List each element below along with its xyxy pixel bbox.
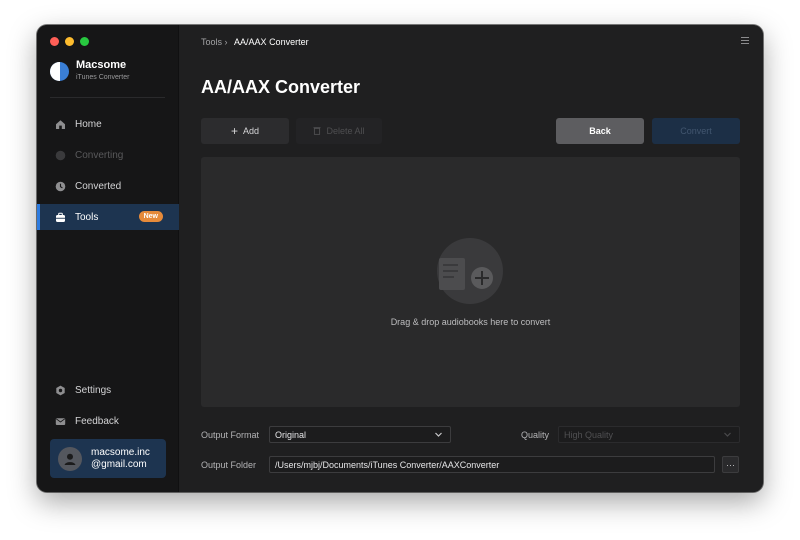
quality-select[interactable]: High Quality: [558, 426, 740, 443]
gear-icon: [55, 385, 66, 396]
home-icon: [55, 119, 66, 130]
avatar: [58, 446, 82, 471]
app-window: Macsome iTunes Converter Home Converting…: [37, 25, 763, 492]
output-format-value: Original: [275, 429, 307, 440]
trash-icon: [313, 126, 321, 137]
macsome-logo-icon: [50, 61, 69, 81]
back-button[interactable]: Back: [556, 118, 644, 144]
sidebar: Macsome iTunes Converter Home Converting…: [37, 25, 179, 492]
drop-zone[interactable]: Drag & drop audiobooks here to convert: [201, 157, 740, 407]
clock-icon: [55, 181, 66, 192]
sidebar-item-converting[interactable]: Converting: [37, 142, 179, 168]
breadcrumb: Tools › AA/AAX Converter: [201, 37, 309, 47]
add-button[interactable]: + Add: [201, 118, 289, 144]
delete-all-label: Delete All: [326, 126, 365, 136]
new-badge: New: [138, 211, 163, 222]
output-format-select[interactable]: Original: [269, 426, 451, 443]
sidebar-item-feedback[interactable]: Feedback: [37, 408, 179, 434]
mail-icon: [55, 416, 66, 427]
output-folder-label: Output Folder: [201, 460, 257, 470]
browse-folder-button[interactable]: ···: [722, 456, 739, 473]
user-account-card[interactable]: macsome.inc @gmail.com: [50, 439, 166, 478]
sidebar-item-label: Tools: [75, 211, 99, 223]
brand-subtitle: iTunes Converter: [76, 74, 130, 81]
user-email: macsome.inc @gmail.com: [91, 447, 150, 471]
sidebar-item-label: Converted: [75, 180, 122, 192]
breadcrumb-tools[interactable]: Tools: [201, 37, 222, 47]
user-email-line2: @gmail.com: [91, 458, 147, 470]
sidebar-item-label: Settings: [75, 384, 112, 396]
minimize-window-button[interactable]: [65, 37, 74, 46]
output-folder-field[interactable]: /Users/mjbj/Documents/iTunes Converter/A…: [269, 456, 715, 473]
sidebar-item-tools[interactable]: Tools New: [37, 204, 179, 230]
window-controls: [50, 37, 89, 46]
output-format-label: Output Format: [201, 430, 260, 440]
quality-label: Quality: [521, 430, 550, 440]
brand: Macsome iTunes Converter: [50, 59, 129, 83]
sidebar-item-label: Converting: [75, 149, 124, 161]
output-folder-path: /Users/mjbj/Documents/iTunes Converter/A…: [275, 459, 500, 470]
sidebar-item-home[interactable]: Home: [37, 111, 179, 137]
main-panel: Tools › AA/AAX Converter AA/AAX Converte…: [179, 25, 763, 492]
plus-icon: +: [230, 123, 238, 138]
drop-zone-hint: Drag & drop audiobooks here to convert: [390, 317, 551, 327]
page-title: AA/AAX Converter: [201, 77, 361, 97]
close-window-button[interactable]: [50, 37, 59, 46]
chevron-down-icon: [724, 432, 731, 437]
brand-name: Macsome: [76, 59, 127, 71]
sidebar-item-converted[interactable]: Converted: [37, 173, 179, 199]
user-icon: [64, 453, 76, 465]
sidebar-item-label: Feedback: [75, 415, 119, 427]
toolbox-icon: [55, 212, 66, 223]
convert-button[interactable]: Convert: [652, 118, 740, 144]
add-file-icon: [437, 238, 503, 304]
hamburger-menu-icon[interactable]: [741, 37, 749, 46]
user-email-line1: macsome.inc: [91, 446, 150, 458]
breadcrumb-current: AA/AAX Converter: [234, 37, 309, 47]
sidebar-item-label: Home: [75, 118, 102, 130]
zoom-window-button[interactable]: [80, 37, 89, 46]
add-button-label: Add: [243, 126, 260, 136]
converting-icon: [55, 150, 66, 161]
delete-all-button[interactable]: Delete All: [296, 118, 382, 144]
breadcrumb-separator: ›: [224, 37, 228, 47]
sidebar-item-settings[interactable]: Settings: [37, 377, 179, 403]
quality-value: High Quality: [564, 429, 614, 440]
chevron-down-icon: [435, 432, 442, 437]
sidebar-divider: [50, 97, 165, 98]
